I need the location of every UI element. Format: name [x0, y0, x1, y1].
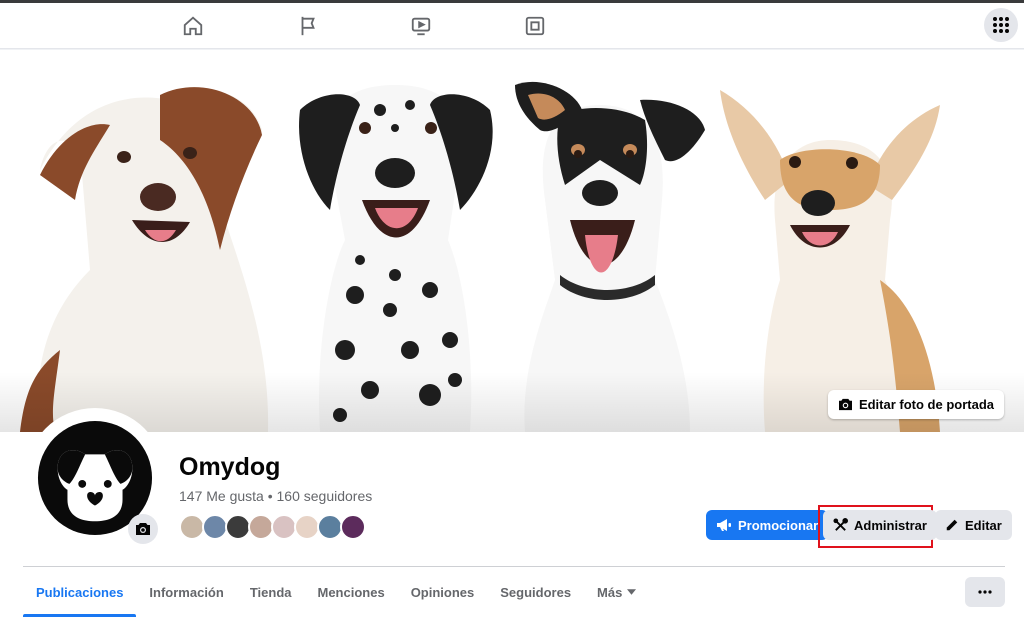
top-navigation — [0, 3, 1024, 49]
tab-label: Opiniones — [410, 584, 475, 600]
ellipsis-icon — [978, 590, 992, 594]
edit-cover-label: Editar foto de portada — [858, 397, 994, 412]
edit-page-button[interactable]: Editar — [935, 510, 1012, 540]
tab-publicaciones[interactable]: Publicaciones — [23, 567, 137, 617]
video-icon[interactable] — [405, 11, 437, 41]
tab-label: Seguidores — [500, 584, 572, 600]
page-stats[interactable]: 147 Me gusta • 160 seguidores — [179, 488, 372, 504]
megaphone-icon — [717, 519, 731, 531]
pencil-icon — [946, 519, 958, 531]
tab-menciones[interactable]: Menciones — [305, 567, 398, 617]
profile-header: Omydog 147 Me gusta • 160 seguidores Pro… — [0, 408, 1024, 627]
promote-label: Promocionar — [738, 517, 819, 533]
tab-label: Publicaciones — [36, 584, 124, 600]
admin-label: Administrar — [854, 517, 927, 533]
promote-button[interactable]: Promocionar — [706, 510, 829, 540]
follower-avatar[interactable] — [340, 514, 366, 540]
tab-label: Menciones — [317, 584, 385, 600]
tab-label: Tienda — [249, 584, 292, 600]
tools-icon — [833, 517, 848, 531]
caret-down-icon — [627, 589, 637, 595]
tab-mas[interactable]: Más — [584, 567, 649, 617]
apps-menu-icon[interactable] — [984, 8, 1018, 42]
cover-photo: Editar foto de portada — [0, 50, 1024, 432]
admin-button[interactable]: Administrar — [823, 510, 937, 540]
tab-label: Más — [597, 584, 623, 600]
tab-opiniones[interactable]: Opiniones — [398, 567, 488, 617]
tab-seguidores[interactable]: Seguidores — [487, 567, 584, 617]
camera-icon — [136, 523, 150, 535]
flag-icon[interactable] — [292, 11, 324, 41]
edit-label: Editar — [965, 517, 1002, 533]
edit-cover-photo-button[interactable]: Editar foto de portada — [827, 390, 1004, 419]
page-tabs: Publicaciones Información Tienda Mencion… — [23, 567, 649, 617]
page-name: Omydog — [179, 453, 281, 481]
tab-tienda[interactable]: Tienda — [237, 567, 305, 617]
follower-avatars — [179, 514, 366, 542]
camera-icon — [838, 398, 852, 411]
ads-icon[interactable] — [519, 11, 551, 41]
update-profile-picture-button[interactable] — [128, 514, 158, 544]
home-icon[interactable] — [177, 11, 209, 41]
tab-label: Información — [149, 584, 224, 600]
tab-informacion[interactable]: Información — [136, 567, 236, 617]
more-options-button[interactable] — [965, 577, 1005, 607]
